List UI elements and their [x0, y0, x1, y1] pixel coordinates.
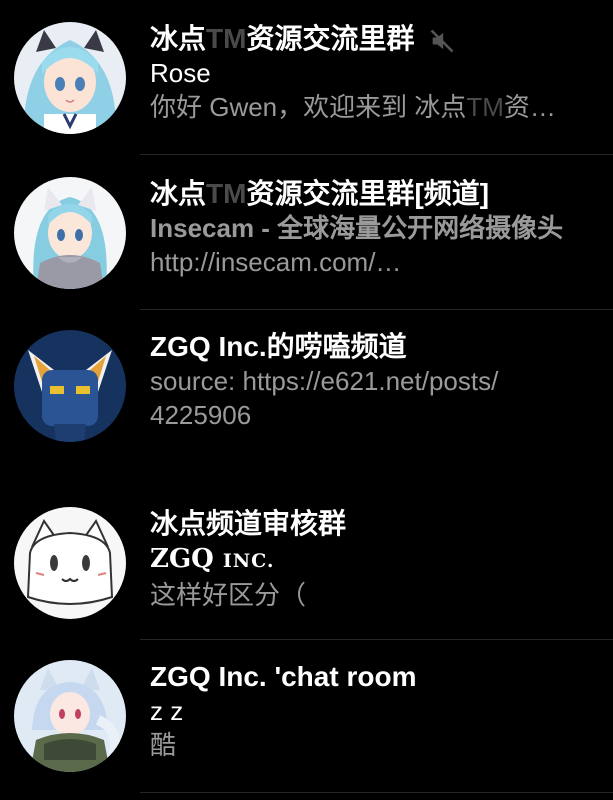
avatar — [14, 22, 126, 134]
chat-title: 冰点频道审核群 — [150, 508, 347, 539]
chat-title: 冰点TM资源交流里群[频道] — [150, 178, 490, 209]
last-message-preview-line-2: 4225906 — [150, 400, 252, 430]
chat-item-bingdian-channel[interactable]: 冰点TM资源交流里群[频道] Insecam - 全球海量公开网络摄像头 htt… — [0, 155, 613, 310]
last-message-preview: 你好 Gwen，欢迎来到 冰点TM资… — [150, 92, 556, 122]
avatar — [14, 330, 126, 442]
last-message-sender: z z — [150, 696, 184, 726]
chat-title: ZGQ Inc.的唠嗑频道 — [150, 331, 407, 362]
chat-text: ZGQ Inc.的唠嗑频道 source: https://e621.net/p… — [150, 330, 605, 432]
avatar — [14, 177, 126, 289]
blue-cat-avatar-image — [14, 330, 126, 442]
anime-foxgirl-avatar-image — [14, 660, 126, 772]
last-message-sender: Rose — [150, 58, 211, 88]
chat-title: ZGQ Inc. 'chat room — [150, 661, 417, 692]
chat-item-zgq-chat-room[interactable]: ZGQ Inc. 'chat room z z 酷 — [0, 640, 613, 800]
last-message-preview: 酷 — [150, 730, 177, 760]
divider — [140, 792, 613, 793]
chat-text: 冰点TM资源交流里群[频道] Insecam - 全球海量公开网络摄像头 htt… — [150, 177, 605, 279]
chat-text: 冰点TM资源交流里群 Rose 你好 Gwen，欢迎来到 冰点TM资… — [150, 22, 605, 124]
last-message-title: Insecam - 全球海量公开网络摄像头 — [150, 213, 564, 243]
chat-text: ZGQ Inc. 'chat room z z 酷 — [150, 660, 605, 762]
anime-girl-avatar-image — [14, 22, 126, 134]
chat-item-bingdian-group[interactable]: 冰点TM资源交流里群 Rose 你好 Gwen，欢迎来到 冰点TM资… — [0, 0, 613, 155]
white-cat-avatar-image — [14, 507, 126, 619]
chat-list: 冰点TM资源交流里群 Rose 你好 Gwen，欢迎来到 冰点TM资… 冰点TM… — [0, 0, 613, 800]
chat-title: 冰点TM资源交流里群 — [150, 22, 605, 56]
chat-item-review-group[interactable]: 冰点频道审核群 ZGQ INC. 这样好区分（ — [0, 485, 613, 640]
chat-item-zgq-channel[interactable]: ZGQ Inc.的唠嗑频道 source: https://e621.net/p… — [0, 310, 613, 485]
avatar — [14, 507, 126, 619]
last-message-sender: ZGQ INC. — [150, 544, 275, 574]
last-message-preview: http://insecam.com/… — [150, 247, 402, 277]
last-message-preview-line-1: source: https://e621.net/posts/ — [150, 366, 499, 396]
avatar — [14, 660, 126, 772]
chat-text: 冰点频道审核群 ZGQ INC. 这样好区分（ — [150, 507, 605, 612]
speaker-muted-icon — [431, 29, 454, 53]
last-message-preview: 这样好区分（ — [150, 580, 307, 610]
anime-catgirl-avatar-image — [14, 177, 126, 289]
